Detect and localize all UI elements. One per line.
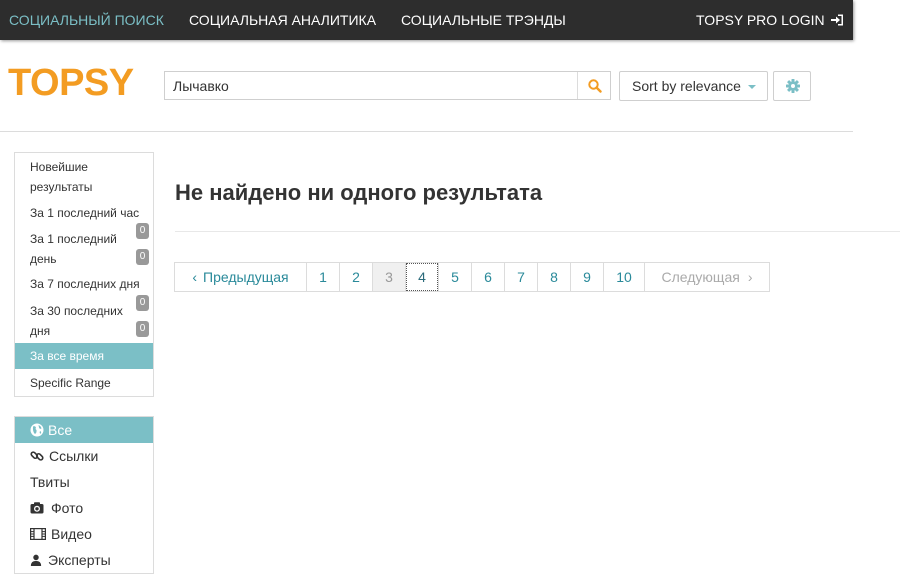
search-box — [164, 71, 611, 100]
camera-icon — [30, 502, 44, 514]
top-navbar: СОЦИАЛЬНЫЙ ПОИСК СОЦИАЛЬНАЯ АНАЛИТИКА СО… — [0, 0, 853, 40]
page-link-2[interactable]: 2 — [339, 262, 373, 292]
type-filter-video[interactable]: Видео — [15, 521, 153, 547]
filter-last-30-days-label-1: За 30 последних — [30, 304, 123, 318]
type-filter-photos[interactable]: Фото — [15, 495, 153, 521]
filter-last-30-days-label-2: дня — [30, 324, 51, 338]
link-icon — [30, 451, 44, 461]
page-link-5[interactable]: 5 — [438, 262, 472, 292]
filter-last-7-days[interactable]: За 7 последних дня — [15, 274, 153, 296]
settings-button[interactable] — [773, 71, 811, 101]
filter-specific-range[interactable]: Specific Range — [15, 371, 153, 395]
filter-all-time-label: За все время — [30, 349, 104, 363]
topsy-logo[interactable]: TOPSY — [8, 62, 134, 105]
caret-down-icon — [747, 85, 756, 90]
filter-last-day-label-1: За 1 последний — [30, 232, 117, 246]
globe-icon — [30, 423, 44, 437]
user-icon — [30, 554, 42, 566]
filter-newest[interactable]: Новейшие результаты — [15, 153, 153, 199]
type-filter-all-label: Все — [48, 422, 73, 438]
time-filter-panel: Новейшие результаты За 1 последний час З… — [14, 152, 154, 397]
type-filter-links[interactable]: Ссылки — [15, 443, 153, 469]
pagination-prev-label: Предыдущая — [203, 269, 289, 285]
filter-newest-label-2: результаты — [30, 180, 93, 194]
filter-last-hour[interactable]: За 1 последний час — [15, 203, 153, 225]
page-link-9[interactable]: 9 — [570, 262, 604, 292]
count-badge: 0 — [136, 249, 149, 265]
filter-last-day[interactable]: За 1 последний день 0 0 — [15, 223, 153, 271]
pro-login-label: TOPSY PRO LOGIN — [696, 12, 825, 28]
pagination-next-label: Следующая — [661, 269, 740, 285]
nav-social-trends[interactable]: СОЦИАЛЬНЫЕ ТРЭНДЫ — [401, 0, 566, 40]
content-divider — [175, 231, 900, 232]
type-filter-tweets-label: Твиты — [30, 474, 70, 490]
filter-specific-range-label: Specific Range — [30, 376, 111, 390]
type-filter-links-label: Ссылки — [49, 448, 99, 464]
filter-last-hour-label: За 1 последний час — [30, 206, 140, 220]
type-filter-experts[interactable]: Эксперты — [15, 547, 153, 573]
filter-newest-label-1: Новейшие — [30, 160, 88, 174]
type-filter-video-label: Видео — [51, 526, 92, 542]
filter-last-7-days-label: За 7 последних дня — [30, 277, 140, 291]
gear-icon — [786, 79, 800, 93]
type-filter-experts-label: Эксперты — [48, 552, 111, 568]
pagination-next[interactable]: Следующая › — [644, 262, 770, 292]
search-input[interactable] — [165, 72, 577, 99]
sort-label: Sort by relevance — [632, 78, 741, 94]
filter-last-30-days[interactable]: За 30 последних дня 0 0 — [15, 295, 153, 342]
type-filter-photos-label: Фото — [51, 500, 84, 516]
search-button[interactable] — [577, 72, 610, 99]
sort-dropdown[interactable]: Sort by relevance — [619, 71, 768, 101]
nav-social-analytics[interactable]: СОЦИАЛЬНАЯ АНАЛИТИКА — [189, 0, 376, 40]
page-link-10[interactable]: 10 — [603, 262, 645, 292]
page-link-1[interactable]: 1 — [306, 262, 340, 292]
chevron-right-icon: › — [747, 269, 753, 285]
page-link-6[interactable]: 6 — [471, 262, 505, 292]
type-filter-tweets[interactable]: Твиты — [15, 469, 153, 495]
page-link-3-current[interactable]: 3 — [372, 262, 406, 292]
count-badge: 0 — [136, 295, 149, 311]
type-filter-all[interactable]: Все — [15, 417, 153, 443]
search-icon — [588, 79, 602, 93]
nav-social-search[interactable]: СОЦИАЛЬНЫЙ ПОИСК — [9, 0, 164, 40]
chevron-left-icon: ‹ — [192, 269, 198, 285]
page-link-7[interactable]: 7 — [504, 262, 538, 292]
filter-last-day-label-2: день — [30, 252, 57, 266]
sign-in-icon — [830, 14, 843, 26]
page-link-8[interactable]: 8 — [537, 262, 571, 292]
count-badge: 0 — [136, 321, 149, 337]
page-link-4[interactable]: 4 — [405, 262, 439, 292]
filter-all-time[interactable]: За все время — [15, 343, 153, 369]
header-divider — [0, 131, 853, 132]
count-badge: 0 — [136, 223, 149, 239]
pro-login-link[interactable]: TOPSY PRO LOGIN — [696, 0, 844, 40]
type-filter-panel: Все Ссылки Твиты Фото Видео Эксперты — [14, 416, 154, 574]
pagination-prev[interactable]: ‹ Предыдущая — [174, 262, 307, 292]
no-results-heading: Не найдено ни одного результата — [175, 180, 543, 205]
film-icon — [30, 528, 46, 541]
